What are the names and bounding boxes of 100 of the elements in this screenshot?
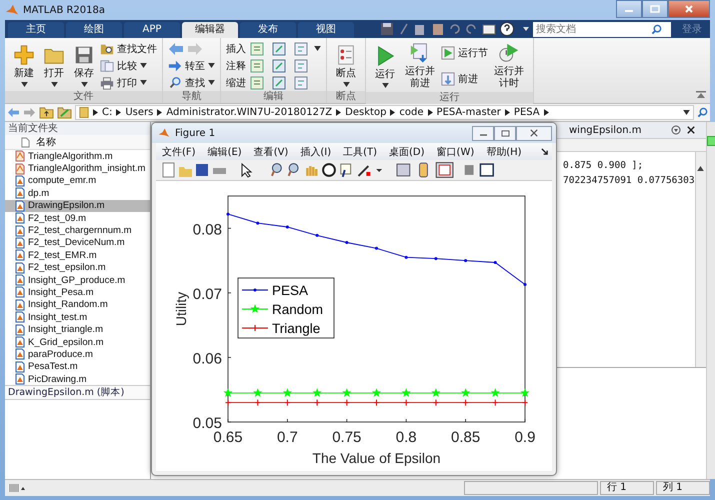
edit-tools-icons[interactable] (250, 42, 310, 56)
folder-up-icon[interactable] (39, 106, 54, 119)
file-row[interactable]: DrawingEpsilon.m (5, 200, 150, 212)
file-row[interactable]: F2_test_chargernnum.m (5, 224, 150, 237)
menu-item[interactable]: 插入(I) (300, 144, 332, 158)
file-row[interactable]: PicDrawing.m (5, 373, 150, 386)
file-row[interactable]: PesaTest.m (5, 360, 150, 374)
file-row[interactable]: paraProduce.m (5, 348, 150, 361)
menu-item[interactable]: 查看(V) (254, 144, 288, 158)
path-segment[interactable]: PESA (514, 107, 540, 118)
caret-icon[interactable] (382, 82, 388, 88)
menu-item[interactable]: 文件(F) (162, 144, 196, 158)
ribbon-button[interactable]: 运行节 (441, 44, 488, 62)
close-button[interactable] (516, 126, 552, 140)
file-row[interactable]: compute_emr.m (5, 174, 150, 188)
collapse-ribbon-icon[interactable] (696, 91, 706, 99)
ribbon-button[interactable]: 打印 (100, 74, 157, 91)
file-row[interactable]: F2_test_EMR.m (5, 249, 150, 262)
ribbon-button[interactable]: 运行并前进 (401, 40, 439, 92)
caret-icon[interactable] (314, 46, 321, 51)
chevron-right-icon (428, 109, 433, 116)
caret-icon[interactable] (140, 63, 147, 68)
path-segment[interactable]: code (399, 107, 424, 118)
menu-item[interactable]: 窗口(W) (436, 144, 474, 158)
ribbon-tab[interactable]: 主页 (8, 22, 64, 38)
ribbon-button[interactable]: 打开 (40, 42, 68, 89)
y-tick-label: 0.07 (192, 286, 222, 303)
search-icon[interactable] (697, 107, 708, 118)
file-row[interactable]: Insight_Random.m (5, 298, 150, 312)
ribbon-button[interactable]: 前进 (441, 70, 488, 88)
grip-icon[interactable] (9, 484, 25, 492)
ribbon-button[interactable]: 转至 (168, 57, 215, 74)
caret-icon[interactable] (140, 80, 147, 85)
close-icon[interactable] (687, 126, 696, 134)
script-file-icon (15, 262, 25, 274)
ribbon-tab[interactable]: 视图 (298, 22, 354, 38)
file-row[interactable]: dp.m (5, 187, 150, 200)
chevron-right-icon (504, 109, 510, 116)
caret-icon[interactable] (342, 82, 350, 87)
path-segment[interactable]: PESA-master (436, 107, 501, 118)
y-axis-label: Utility (173, 292, 189, 326)
path-segment[interactable]: C: (102, 107, 112, 118)
menu-item[interactable]: 编辑(E) (208, 144, 242, 158)
search-icon[interactable] (651, 24, 662, 34)
back-arrow-icon[interactable] (168, 42, 184, 56)
dropdown-caret-icon[interactable] (683, 110, 690, 115)
ribbon-tab[interactable]: APP (124, 22, 180, 38)
column-header[interactable]: 名称 (36, 135, 56, 149)
maximize-button[interactable] (494, 126, 516, 140)
ribbon-tab[interactable]: 发布 (240, 22, 296, 38)
caret-icon[interactable] (80, 82, 88, 87)
menu-item[interactable]: 帮助(H) (486, 144, 522, 158)
file-row[interactable]: Insight_triangle.m (5, 323, 150, 336)
x-tick-label: 0.8 (396, 429, 417, 446)
menu-item[interactable]: 桌面(D) (389, 144, 425, 158)
arrow-icon (168, 58, 182, 72)
caret-icon[interactable] (208, 80, 215, 85)
ribbon-button[interactable]: 保存 (70, 42, 98, 89)
editor-tab[interactable]: wingEpsilon.m (569, 124, 642, 136)
ribbon-button[interactable]: 运行 (371, 42, 399, 90)
file-row[interactable]: TriangleAlgorithm_insight.m (5, 162, 150, 175)
point (254, 389, 262, 396)
file-row[interactable]: Insight_GP_produce.m (5, 274, 150, 286)
file-row[interactable]: F2_test_DeviceNum.m (5, 236, 150, 250)
path-segment[interactable]: Desktop (345, 107, 386, 118)
ribbon-button[interactable]: 查找 (168, 74, 215, 91)
caret-icon[interactable] (20, 82, 28, 87)
ribbon-button[interactable]: 查找文件 (100, 40, 157, 57)
ribbon-button[interactable]: 运行并计时 (490, 40, 528, 92)
file-row[interactable]: F2_test_epsilon.m (5, 262, 150, 274)
path-segment[interactable]: Users (125, 107, 154, 118)
scroll-up-icon[interactable] (697, 166, 704, 171)
file-row[interactable]: F2_test_09.m (5, 212, 150, 224)
minimize-button[interactable] (472, 126, 494, 140)
ribbon-tab[interactable]: 编辑器 (182, 22, 238, 38)
ribbon-button[interactable]: 新建 (10, 42, 38, 89)
ribbon-tab[interactable]: 绘图 (66, 22, 122, 38)
point (524, 282, 526, 286)
file-row[interactable]: TriangleAlgorithm.m (5, 150, 150, 162)
path-segment[interactable]: Administrator.WIN7U-20180127Z (166, 107, 332, 118)
address-field[interactable]: C: Users Administrator.WIN7U-20180127Z Desktop code PESA-master PESA (75, 105, 694, 120)
point (521, 389, 529, 396)
file-row[interactable]: Insight_Pesa.m (5, 286, 150, 299)
ribbon-button[interactable]: 断点 (332, 42, 360, 89)
script-file-icon (15, 324, 25, 336)
maximize-button[interactable] (642, 0, 668, 18)
file-row[interactable]: Insight_test.m (5, 311, 150, 324)
file-row[interactable]: K_Grid_epsilon.m (5, 336, 150, 348)
caret-icon[interactable] (522, 25, 530, 33)
close-button[interactable] (668, 0, 710, 18)
caret-icon[interactable] (208, 63, 215, 68)
ribbon-label: 注释 (226, 60, 246, 72)
minimize-button[interactable] (616, 0, 642, 18)
menu-item[interactable]: 工具(T) (343, 144, 378, 158)
edit-tools-icons[interactable] (250, 76, 310, 90)
caret-icon[interactable] (50, 82, 58, 87)
dropdown-circle-icon[interactable] (671, 125, 682, 135)
dock-arrow-icon[interactable] (541, 148, 548, 155)
ribbon-button[interactable]: 比较 (100, 57, 157, 74)
edit-tools-icons[interactable] (250, 58, 310, 72)
